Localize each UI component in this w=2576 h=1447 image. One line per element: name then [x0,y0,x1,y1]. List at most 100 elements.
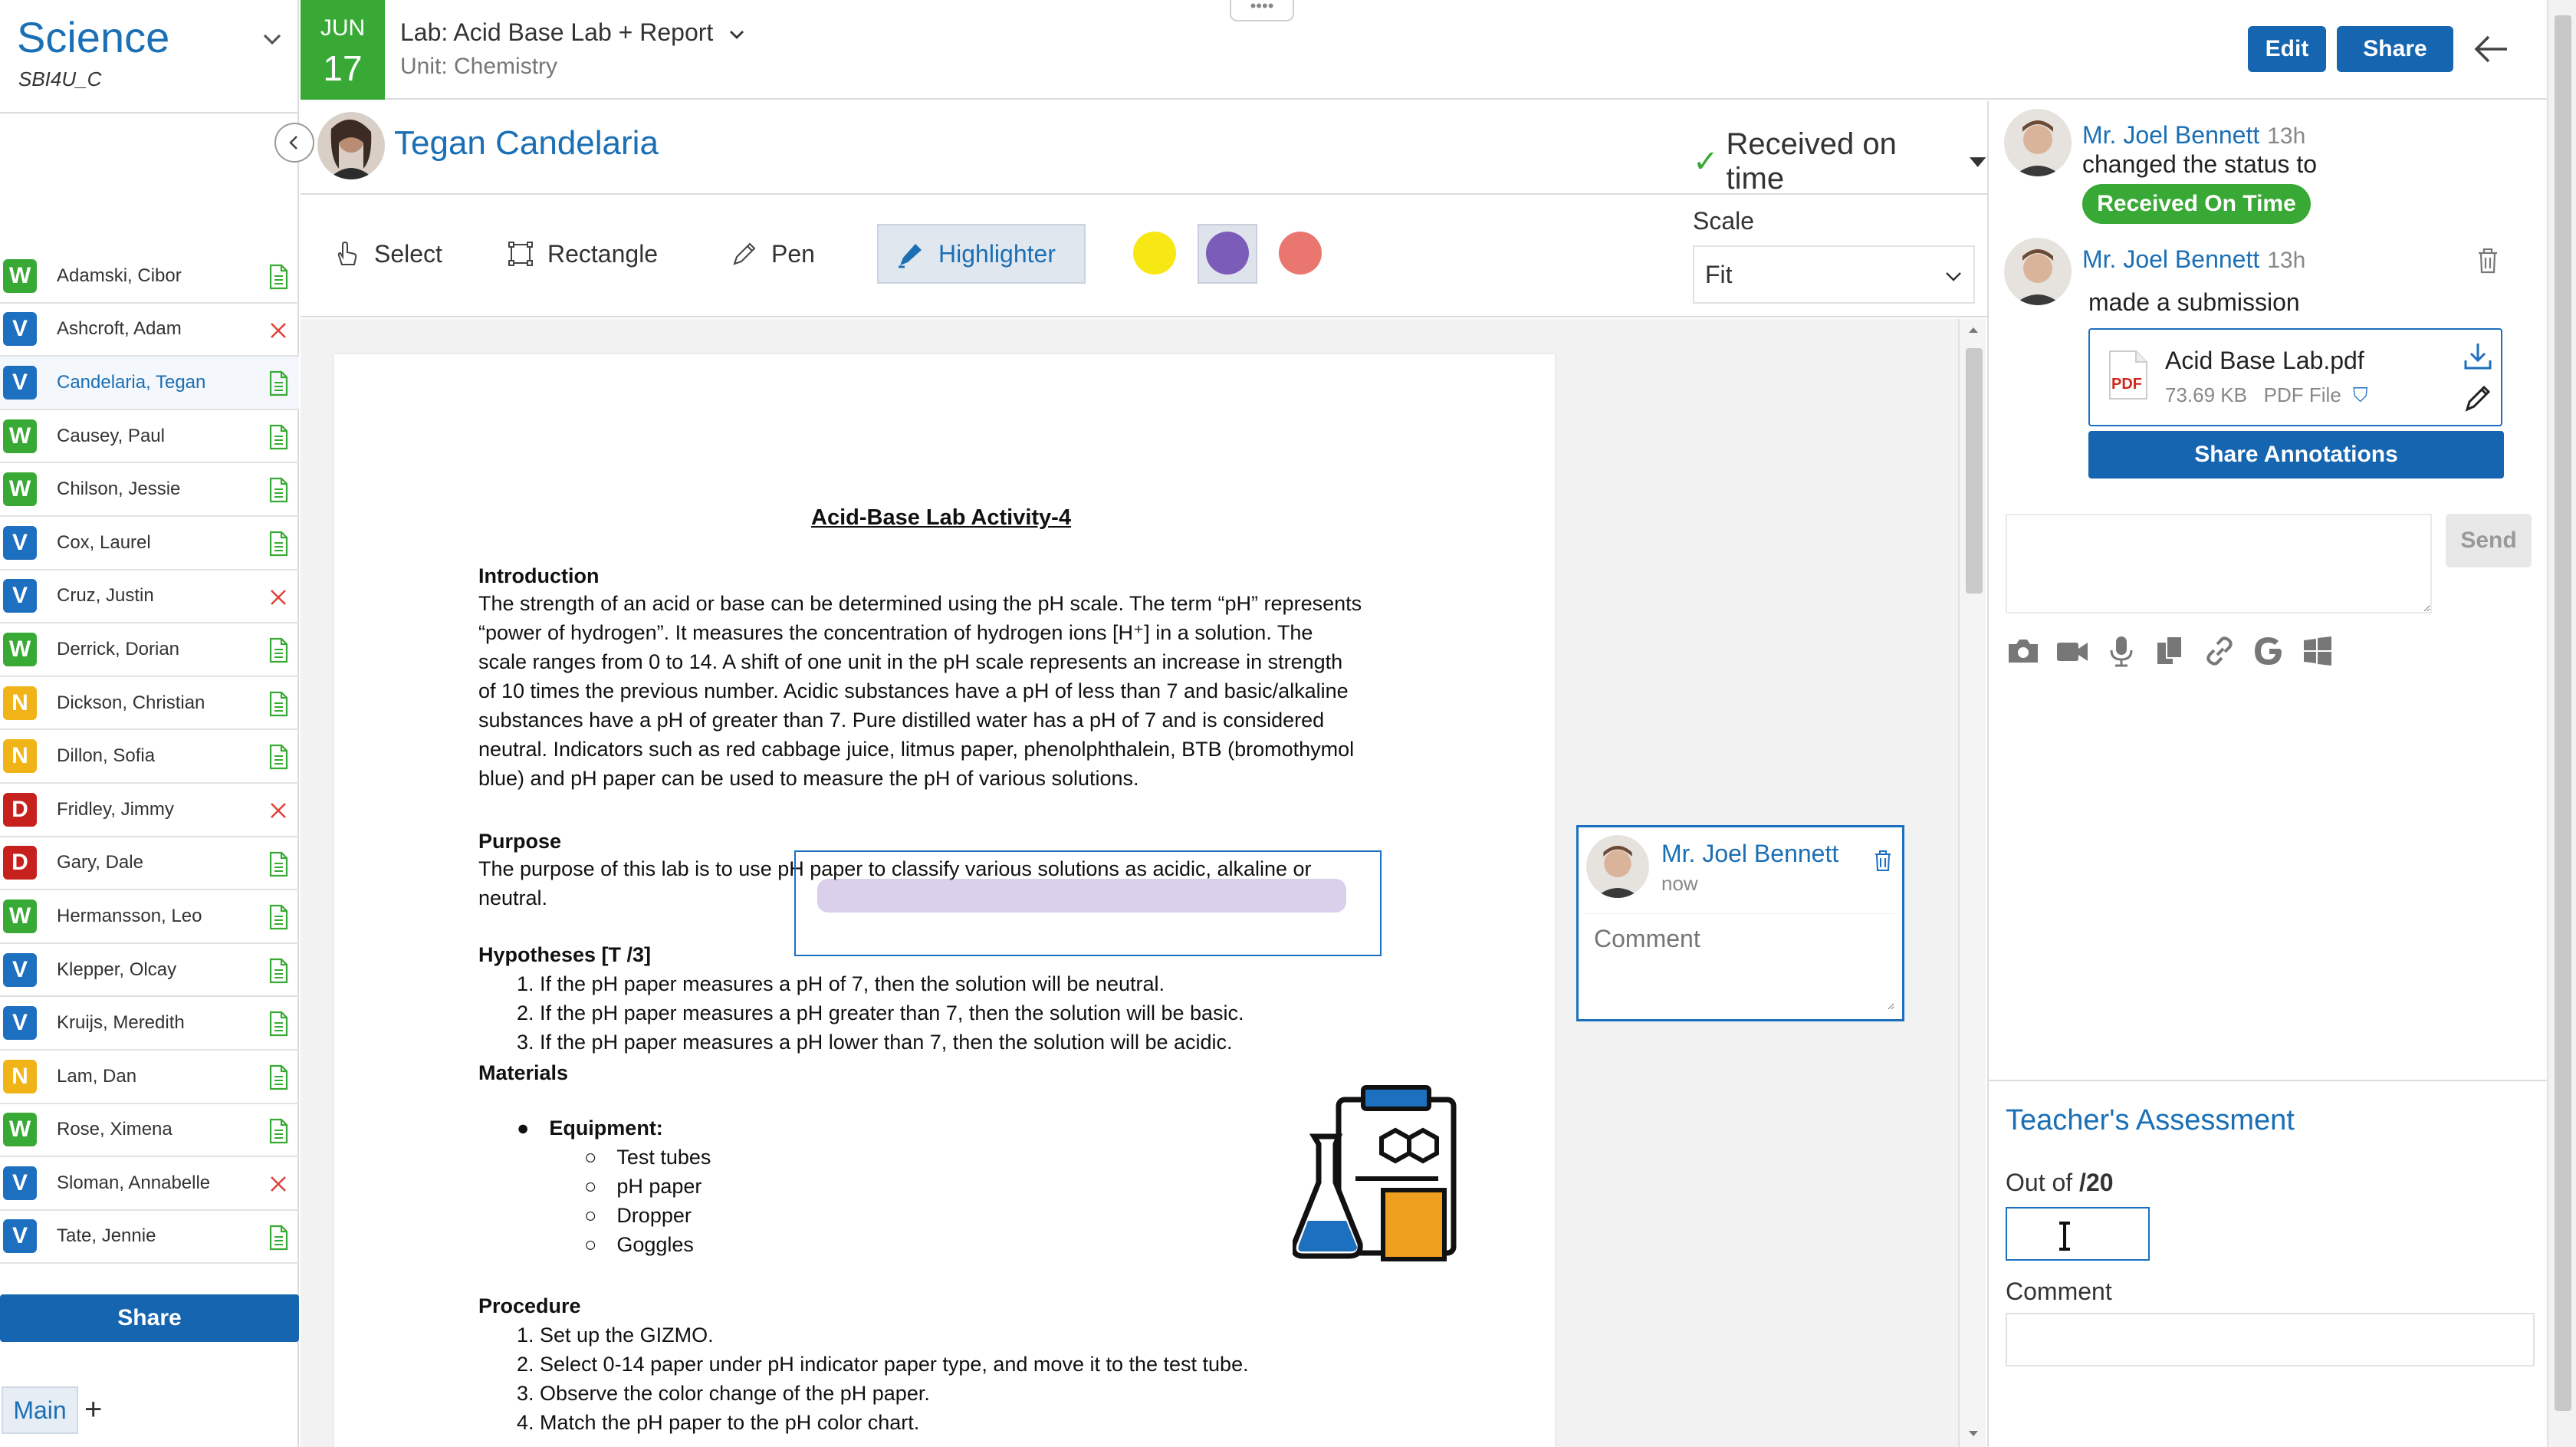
student-row[interactable]: V Klepper, Olcay [0,944,299,998]
grade-badge: V [3,365,37,400]
document-viewer[interactable]: Acid-Base Lab Activity-4 Introduction Th… [301,319,1986,1447]
assignment-title[interactable]: Lab: Acid Base Lab + Report [400,18,746,47]
student-row[interactable]: W Causey, Paul [0,410,299,464]
annotation-comment-input[interactable] [1585,913,1894,1010]
share-button[interactable]: Share [0,1294,299,1342]
student-row[interactable]: N Dillon, Sofia [0,730,299,784]
document-icon [269,1118,288,1143]
grade-badge: N [3,686,37,720]
color-swatch-red[interactable] [1279,232,1322,275]
hypothesis-item: 3. If the pH paper measures a pH lower t… [517,1031,1233,1054]
intro-line: blue) and pH paper can be used to measur… [478,767,1139,790]
scale-select[interactable]: Fit [1693,245,1975,304]
video-icon[interactable] [2055,633,2090,669]
share-button[interactable]: Share [2337,26,2453,72]
link-icon[interactable] [2202,633,2237,669]
submission-file-card[interactable]: PDF Acid Base Lab.pdf 73.69 KB PDF File … [2088,328,2502,426]
microphone-icon[interactable] [2104,633,2139,669]
tab-main[interactable]: Main [2,1386,78,1434]
sidebar: Science SBI4U_C W Adamski, Cibor V Ashcroft… [0,0,314,1447]
grade-badge: N [3,739,37,774]
document-icon [269,478,288,503]
equipment-item: ● Equipment: [517,1113,663,1143]
procedure-item: 4. Match the pH paper to the pH color ch… [517,1411,920,1434]
scroll-up-icon[interactable] [1966,322,1981,337]
student-row[interactable]: W Chilson, Jessie [0,463,299,517]
status-dropdown[interactable]: ✓ Received on time [1693,127,1987,196]
send-button[interactable]: Send [2446,514,2532,567]
edit-button[interactable]: Edit [2248,26,2326,72]
missing-x-icon [271,803,286,818]
student-row[interactable]: V Kruijs, Meredith [0,997,299,1051]
color-swatch-yellow[interactable] [1133,232,1176,275]
student-name: Hermansson, Leo [57,905,202,926]
drag-handle[interactable]: •••• [1230,0,1294,21]
score-input[interactable] [2006,1207,2150,1261]
rectangle-tool[interactable]: Rectangle [491,224,675,284]
document-page[interactable]: Acid-Base Lab Activity-4 Introduction Th… [334,354,1555,1447]
student-row[interactable]: W Derrick, Dorian [0,623,299,677]
student-row[interactable]: N Lam, Dan [0,1051,299,1104]
course-selector[interactable]: Science SBI4U_C [0,0,299,113]
intro-line: scale ranges from 0 to 14. A shift of on… [478,650,1343,673]
file-name[interactable]: Acid Base Lab.pdf [2165,347,2364,375]
feed-author[interactable]: Mr. Joel Bennett 13h [2082,245,2305,274]
collapse-sidebar-button[interactable] [274,123,314,163]
student-name: Klepper, Olcay [57,959,177,980]
trash-icon[interactable] [2476,247,2499,275]
feed-author[interactable]: Mr. Joel Bennett 13h [2082,121,2305,150]
student-row[interactable]: V Ashcroft, Adam [0,304,299,357]
missing-x-icon [271,322,286,338]
student-row[interactable]: V Cruz, Justin [0,571,299,624]
scroll-down-icon[interactable] [1966,1426,1981,1442]
grade-badge: V [3,579,37,613]
download-icon[interactable] [2463,340,2493,371]
annotation-comment-card[interactable]: Mr. Joel Bennett now [1576,825,1904,1021]
student-row[interactable]: W Rose, Ximena [0,1104,299,1158]
select-tool[interactable]: Select [316,224,459,284]
highlighter-tool[interactable]: Highlighter [877,224,1086,284]
student-row[interactable]: W Hermansson, Leo [0,890,299,944]
window-scrollbar[interactable] [2547,0,2576,1447]
color-swatch-purple[interactable] [1206,232,1249,275]
google-icon[interactable] [2251,633,2286,669]
chevron-down-icon[interactable] [261,28,284,51]
student-row[interactable]: V Sloman, Annabelle [0,1157,299,1211]
student-row[interactable]: N Dickson, Christian [0,677,299,731]
document-title: Acid-Base Lab Activity-4 [811,505,1071,530]
windows-icon[interactable] [2300,633,2335,669]
viewer-scroll-thumb[interactable] [1966,348,1983,594]
annotation-author[interactable]: Mr. Joel Bennett [1661,840,1838,868]
share-annotations-button[interactable]: Share Annotations [2088,431,2504,478]
student-name: Candelaria, Tegan [57,371,206,393]
student-row[interactable]: D Gary, Dale [0,837,299,891]
viewer-scrollbar[interactable] [1958,319,1986,1447]
camera-icon[interactable] [2006,633,2041,669]
add-tab-button[interactable]: + [84,1388,102,1431]
document-icon [269,424,288,449]
intro-heading: Introduction [478,564,600,587]
pencil-icon[interactable] [2463,382,2493,413]
reply-input[interactable] [2006,514,2432,613]
pen-tool[interactable]: Pen [715,224,832,284]
student-row[interactable]: V Candelaria, Tegan [0,357,299,410]
student-row[interactable]: D Fridley, Jimmy [0,784,299,837]
chevron-down-icon[interactable] [728,25,746,44]
intro-line: “power of hydrogen”. It measures the con… [478,621,1313,644]
student-row[interactable]: W Adamski, Cibor [0,250,299,304]
circle-bullet-icon: ○ [584,1175,597,1198]
files-icon[interactable] [2153,633,2188,669]
assessment-comment-input[interactable] [2006,1313,2535,1366]
caret-down-icon [1969,157,1986,167]
trash-icon[interactable] [1873,849,1893,872]
grade-badge: V [3,525,37,560]
student-row[interactable]: V Cox, Laurel [0,517,299,571]
back-arrow-icon[interactable] [2472,32,2510,66]
grade-badge: V [3,312,37,347]
due-day: 17 [323,48,363,88]
student-row[interactable]: V Tate, Jennie [0,1211,299,1264]
annotation-selection-box[interactable] [794,850,1382,956]
window-scroll-thumb[interactable] [2555,15,2571,1411]
document-icon [269,638,288,663]
intro-line: neutral. Indicators such as red cabbage … [478,738,1355,761]
